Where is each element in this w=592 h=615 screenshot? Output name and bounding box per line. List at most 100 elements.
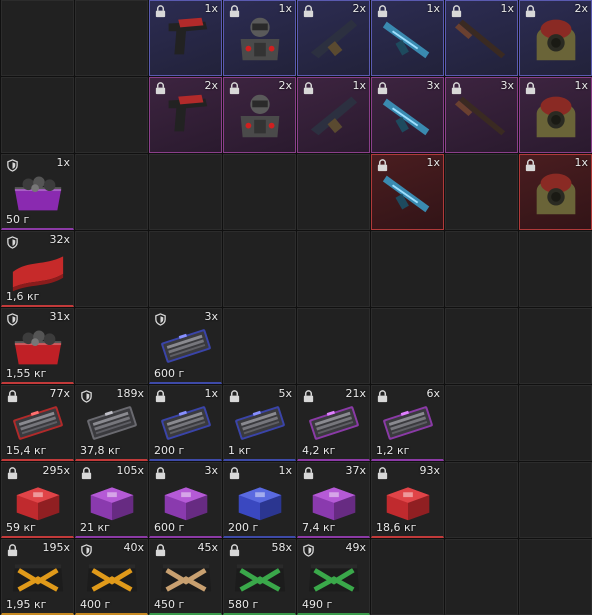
empty-slot[interactable] bbox=[445, 539, 518, 615]
item-count: 195x bbox=[42, 541, 70, 554]
item-weight: 600 г bbox=[154, 367, 185, 380]
inventory-slot-rifle-blue[interactable]: 3x bbox=[371, 77, 444, 153]
inventory-slot-crate-red[interactable]: 31x 1,55 кг bbox=[1, 308, 74, 384]
lock-icon bbox=[376, 159, 389, 172]
inventory-slot-ammo-purple[interactable]: 21x 4,2 кг bbox=[297, 385, 370, 461]
empty-slot[interactable] bbox=[223, 231, 296, 307]
inventory-slot-ammo-grey[interactable]: 189x 37,8 кг bbox=[75, 385, 148, 461]
item-count: 3x bbox=[500, 79, 514, 92]
empty-slot[interactable] bbox=[445, 462, 518, 538]
empty-slot[interactable] bbox=[297, 154, 370, 230]
empty-slot[interactable] bbox=[445, 308, 518, 384]
lock-icon bbox=[524, 5, 537, 18]
hazmat-icon bbox=[527, 167, 585, 217]
empty-slot[interactable] bbox=[149, 231, 222, 307]
empty-slot[interactable] bbox=[445, 154, 518, 230]
inventory-slot-ammo-red[interactable]: 77x 15,4 кг bbox=[1, 385, 74, 461]
inventory-slot-case-orange[interactable]: 195x 1,95 кг bbox=[1, 539, 74, 615]
empty-slot[interactable] bbox=[75, 231, 148, 307]
empty-slot[interactable] bbox=[149, 154, 222, 230]
inventory-slot-pistol[interactable]: 2x bbox=[149, 77, 222, 153]
item-count: 1x bbox=[278, 464, 292, 477]
inventory-slot-case-green[interactable]: 49x 490 г bbox=[297, 539, 370, 615]
lock-icon bbox=[154, 467, 167, 480]
empty-slot[interactable] bbox=[445, 385, 518, 461]
inventory-slot-pistol[interactable]: 1x bbox=[149, 0, 222, 76]
item-count: 77x bbox=[49, 387, 70, 400]
empty-slot[interactable] bbox=[371, 308, 444, 384]
inventory-slot-case-orange[interactable]: 40x 400 г bbox=[75, 539, 148, 615]
empty-slot[interactable] bbox=[371, 539, 444, 615]
lock-icon bbox=[228, 82, 241, 95]
box-red-icon bbox=[379, 475, 437, 525]
empty-slot[interactable] bbox=[371, 231, 444, 307]
inventory-slot-box-red[interactable]: 93x 18,6 кг bbox=[371, 462, 444, 538]
item-weight: 21 кг bbox=[80, 521, 110, 534]
inventory-slot-case-green[interactable]: 58x 580 г bbox=[223, 539, 296, 615]
item-weight: 1,2 кг bbox=[376, 444, 410, 457]
inventory-slot-case-tan[interactable]: 45x 450 г bbox=[149, 539, 222, 615]
empty-slot[interactable] bbox=[519, 385, 592, 461]
shield-icon bbox=[302, 544, 315, 557]
item-count: 189x bbox=[116, 387, 144, 400]
empty-slot[interactable] bbox=[75, 308, 148, 384]
inventory-slot-ammo-blue[interactable]: 5x 1 кг bbox=[223, 385, 296, 461]
item-count: 49x bbox=[345, 541, 366, 554]
inventory-slot-box-red[interactable]: 295x 59 кг bbox=[1, 462, 74, 538]
inventory-slot-rifle-blue[interactable]: 1x bbox=[371, 154, 444, 230]
case-tan-icon bbox=[157, 552, 215, 602]
lock-icon bbox=[450, 5, 463, 18]
empty-slot[interactable] bbox=[297, 231, 370, 307]
item-weight: 7,4 кг bbox=[302, 521, 336, 534]
case-green-icon bbox=[305, 552, 363, 602]
inventory-slot-hazmat[interactable]: 1x bbox=[519, 77, 592, 153]
item-count: 6x bbox=[426, 387, 440, 400]
empty-slot[interactable] bbox=[1, 77, 74, 153]
rifle-blue-icon bbox=[379, 90, 437, 140]
item-weight: 4,2 кг bbox=[302, 444, 336, 457]
item-count: 1x bbox=[204, 387, 218, 400]
item-count: 1x bbox=[574, 79, 588, 92]
inventory-slot-armor[interactable]: 2x bbox=[223, 77, 296, 153]
empty-slot[interactable] bbox=[1, 0, 74, 76]
ammo-blue-icon bbox=[231, 398, 289, 448]
lock-icon bbox=[302, 390, 315, 403]
inventory-slot-ammo-blue[interactable]: 1x 200 г bbox=[149, 385, 222, 461]
inventory-slot-cloth[interactable]: 32x 1,6 кг bbox=[1, 231, 74, 307]
inventory-slot-hazmat[interactable]: 1x bbox=[519, 154, 592, 230]
inventory-slot-hazmat[interactable]: 2x bbox=[519, 0, 592, 76]
inventory-grid: 1x 1x 2x 1x 1x 2x 2x 2x 1x 3x 3x 1x 1x 50 г 1x 1x 32x 1,… bbox=[0, 0, 592, 615]
inventory-slot-box-purple[interactable]: 37x 7,4 кг bbox=[297, 462, 370, 538]
empty-slot[interactable] bbox=[519, 308, 592, 384]
lock-icon bbox=[302, 5, 315, 18]
item-weight: 1,55 кг bbox=[6, 367, 47, 380]
inventory-slot-crate-purple[interactable]: 1x 50 г bbox=[1, 154, 74, 230]
inventory-slot-shotgun[interactable]: 1x bbox=[445, 0, 518, 76]
crate-red-icon bbox=[9, 321, 67, 371]
inventory-slot-shotgun[interactable]: 3x bbox=[445, 77, 518, 153]
lock-icon bbox=[154, 390, 167, 403]
inventory-slot-ammo-blue[interactable]: 3x 600 г bbox=[149, 308, 222, 384]
inventory-slot-box-purple[interactable]: 105x 21 кг bbox=[75, 462, 148, 538]
empty-slot[interactable] bbox=[297, 308, 370, 384]
case-green-icon bbox=[231, 552, 289, 602]
empty-slot[interactable] bbox=[223, 154, 296, 230]
inventory-slot-launcher[interactable]: 2x bbox=[297, 0, 370, 76]
shield-icon bbox=[80, 544, 93, 557]
empty-slot[interactable] bbox=[445, 231, 518, 307]
item-count: 2x bbox=[278, 79, 292, 92]
inventory-slot-rifle-blue[interactable]: 1x bbox=[371, 0, 444, 76]
empty-slot[interactable] bbox=[519, 231, 592, 307]
empty-slot[interactable] bbox=[75, 77, 148, 153]
empty-slot[interactable] bbox=[223, 308, 296, 384]
inventory-slot-ammo-purple[interactable]: 6x 1,2 кг bbox=[371, 385, 444, 461]
inventory-slot-box-blue[interactable]: 1x 200 г bbox=[223, 462, 296, 538]
inventory-slot-armor[interactable]: 1x bbox=[223, 0, 296, 76]
empty-slot[interactable] bbox=[519, 539, 592, 615]
item-count: 3x bbox=[204, 464, 218, 477]
empty-slot[interactable] bbox=[75, 154, 148, 230]
inventory-slot-launcher[interactable]: 1x bbox=[297, 77, 370, 153]
empty-slot[interactable] bbox=[519, 462, 592, 538]
empty-slot[interactable] bbox=[75, 0, 148, 76]
inventory-slot-box-purple[interactable]: 3x 600 г bbox=[149, 462, 222, 538]
